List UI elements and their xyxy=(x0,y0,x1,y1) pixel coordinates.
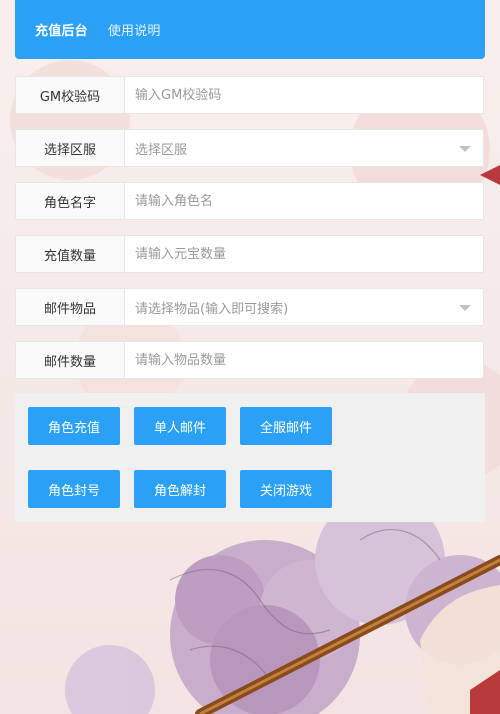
role-name-label: 角色名字 xyxy=(16,183,125,219)
action-row-1: 角色充值 单人邮件 全服邮件 xyxy=(28,407,485,445)
ban-role-button[interactable]: 角色封号 xyxy=(28,470,120,508)
mail-quantity-input[interactable] xyxy=(125,342,483,378)
server-select[interactable]: 选择区服 xyxy=(125,130,483,166)
recharge-amount-field-wrap xyxy=(125,236,483,272)
server-row: 选择区服 选择区服 xyxy=(15,129,484,167)
recharge-amount-label: 充值数量 xyxy=(16,236,125,272)
app-container: 充值后台 使用说明 GM校验码 选择区服 选择区服 角色名字 充值数量 xyxy=(15,0,485,522)
mail-item-select[interactable]: 请选择物品(输入即可搜索) xyxy=(125,289,483,325)
mail-item-select-placeholder: 请选择物品(输入即可搜索) xyxy=(135,301,289,317)
recharge-form: GM校验码 选择区服 选择区服 角色名字 充值数量 邮件物品 xyxy=(15,76,485,379)
mail-item-label: 邮件物品 xyxy=(16,289,125,325)
server-select-placeholder: 选择区服 xyxy=(135,142,188,158)
recharge-amount-input[interactable] xyxy=(125,236,483,272)
gm-code-label: GM校验码 xyxy=(16,77,125,113)
mail-quantity-field-wrap xyxy=(125,342,483,378)
action-button-panel: 角色充值 单人邮件 全服邮件 角色封号 角色解封 关闭游戏 xyxy=(15,393,485,522)
mail-quantity-row: 邮件数量 xyxy=(15,341,484,379)
chevron-down-icon xyxy=(459,146,471,152)
gm-code-input[interactable] xyxy=(125,77,483,113)
role-name-row: 角色名字 xyxy=(15,182,484,220)
recharge-amount-row: 充值数量 xyxy=(15,235,484,273)
gm-code-row: GM校验码 xyxy=(15,76,484,114)
mail-item-row: 邮件物品 请选择物品(输入即可搜索) xyxy=(15,288,484,326)
gm-code-field-wrap xyxy=(125,77,483,113)
single-mail-button[interactable]: 单人邮件 xyxy=(134,407,226,445)
role-name-field-wrap xyxy=(125,183,483,219)
unban-role-button[interactable]: 角色解封 xyxy=(134,470,226,508)
chevron-down-icon xyxy=(459,305,471,311)
server-label: 选择区服 xyxy=(16,130,125,166)
role-name-input[interactable] xyxy=(125,183,483,219)
nav-item-recharge-admin[interactable]: 充值后台 xyxy=(35,20,88,39)
role-recharge-button[interactable]: 角色充值 xyxy=(28,407,120,445)
top-navigation: 充值后台 使用说明 xyxy=(15,0,485,59)
mail-quantity-label: 邮件数量 xyxy=(16,342,125,378)
close-game-button[interactable]: 关闭游戏 xyxy=(240,470,332,508)
nav-item-usage-guide[interactable]: 使用说明 xyxy=(108,20,161,39)
server-wide-mail-button[interactable]: 全服邮件 xyxy=(240,407,332,445)
action-row-2: 角色封号 角色解封 关闭游戏 xyxy=(28,470,485,508)
